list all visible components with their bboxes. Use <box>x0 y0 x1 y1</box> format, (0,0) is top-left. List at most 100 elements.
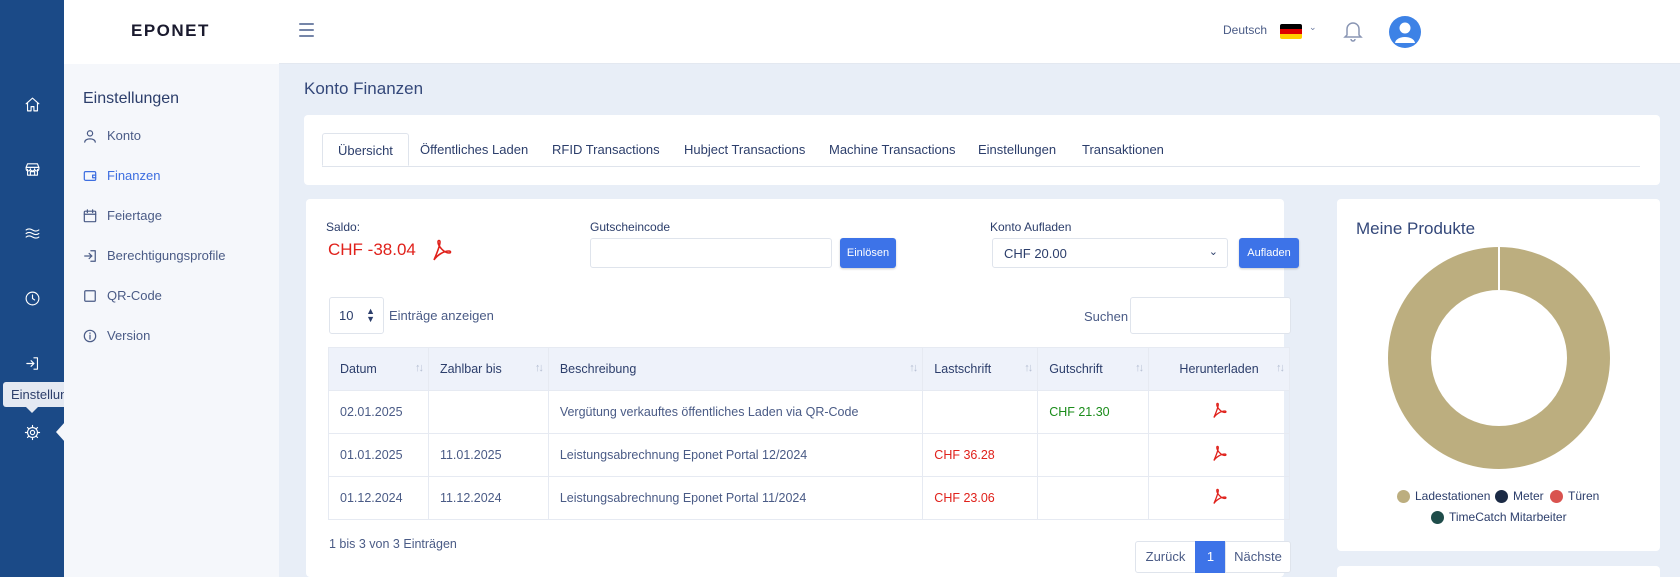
subnav-item-feiertage[interactable]: Feiertage <box>83 208 162 223</box>
language-selector[interactable]: Deutsch <box>1223 23 1267 37</box>
pager-next-button[interactable]: Nächste <box>1225 541 1291 573</box>
cell-download <box>1148 390 1290 434</box>
calendar-icon <box>83 208 97 222</box>
subnav-item-qr-code[interactable]: QR-Code <box>83 288 162 303</box>
waves-icon[interactable] <box>20 221 44 245</box>
tab-rfid-transactions[interactable]: RFID Transactions <box>552 133 660 166</box>
gear-icon[interactable] <box>20 420 44 444</box>
table-row: 01.01.2025 11.01.2025 Leistungsabrechnun… <box>328 433 1290 477</box>
tab-transaktionen[interactable]: Transaktionen <box>1082 133 1164 166</box>
pdf-icon[interactable] <box>1211 488 1227 506</box>
table-row: 02.01.2025 Vergütung verkauftes öffentli… <box>328 390 1290 434</box>
donut-slice-ladestationen[interactable] <box>1388 247 1610 469</box>
cell-zahlbar <box>427 390 549 434</box>
legend-label: Türen <box>1568 489 1600 503</box>
cell-beschreibung: Leistungsabrechnung Eponet Portal 12/202… <box>547 433 924 477</box>
tab-oeffentliches-laden[interactable]: Öffentliches Laden <box>420 133 528 166</box>
topup-selected: CHF 20.00 <box>1004 246 1067 261</box>
topup-label: Konto Aufladen <box>990 220 1072 234</box>
chevron-down-icon: ⌄ <box>1208 246 1218 258</box>
subnav-item-konto[interactable]: Konto <box>83 128 141 143</box>
chevron-down-icon[interactable]: ⌄ <box>1309 22 1317 33</box>
col-zahlbar-bis[interactable]: Zahlbar bis ↑↓ <box>427 347 549 391</box>
eponet-logo[interactable]: EPONET <box>131 21 210 41</box>
home-icon[interactable] <box>20 92 44 116</box>
legend-ladestationen[interactable]: Ladestationen <box>1397 489 1490 503</box>
cell-datum: 01.01.2025 <box>328 433 429 477</box>
legend-label: Ladestationen <box>1415 489 1491 503</box>
tabs-card: Übersicht Öffentliches Laden RFID Transa… <box>304 115 1660 185</box>
cell-gutschrift <box>1037 476 1150 520</box>
pdf-icon[interactable] <box>430 239 452 266</box>
legend-label: Meter <box>1513 489 1544 503</box>
pager-prev-button[interactable]: Zurück <box>1135 541 1196 573</box>
subnav-item-label: Berechtigungsprofile <box>107 248 226 263</box>
sort-icon: ↑↓ <box>909 362 918 374</box>
cell-datum: 01.12.2024 <box>328 476 429 520</box>
sort-icon: ↑↓ <box>1135 362 1144 374</box>
avatar[interactable] <box>1389 16 1421 48</box>
topup-select[interactable]: CHF 20.00 ⌄ <box>992 238 1228 268</box>
legend-meter[interactable]: Meter <box>1495 489 1544 503</box>
pdf-icon[interactable] <box>1211 402 1227 420</box>
tabs-divider <box>322 166 1640 167</box>
cell-lastschrift <box>922 390 1039 434</box>
subnav-item-version[interactable]: Version <box>83 328 150 343</box>
clock-icon[interactable] <box>20 286 44 310</box>
col-gutschrift[interactable]: Gutschrift ↑↓ <box>1037 347 1150 391</box>
subnav-item-label: Feiertage <box>107 208 162 223</box>
legend-timecatch[interactable]: TimeCatch Mitarbeiter <box>1431 510 1567 524</box>
entries-select[interactable]: 10 ▲ ▼ <box>329 297 384 334</box>
legend-tueren[interactable]: Türen <box>1550 489 1599 503</box>
cell-lastschrift: CHF 36.28 <box>922 433 1039 477</box>
legend-dot <box>1495 489 1508 503</box>
logo-area: EPONET <box>64 0 279 64</box>
subnav-item-berechtigungsprofile[interactable]: Berechtigungsprofile <box>83 248 226 263</box>
subnav-item-finanzen[interactable]: Finanzen <box>83 168 160 183</box>
redeem-button[interactable]: Einlösen <box>840 238 896 268</box>
entries-value: 10 <box>339 308 354 323</box>
col-datum[interactable]: Datum ↑↓ <box>328 347 429 391</box>
saldo-value: CHF -38.04 <box>328 240 416 259</box>
products-card: Meine Produkte Ladestationen Meter Türen… <box>1337 199 1660 551</box>
col-label: Datum <box>340 362 377 376</box>
cell-gutschrift: CHF 21.30 <box>1037 390 1150 434</box>
table-row: 01.12.2024 11.12.2024 Leistungsabrechnun… <box>328 476 1290 520</box>
subnav-item-label: Version <box>107 328 151 343</box>
login-icon[interactable] <box>20 351 44 375</box>
transactions-table: Datum ↑↓ Zahlbar bis ↑↓ Beschreibung ↑↓ Las… <box>328 347 1290 520</box>
cell-download <box>1148 433 1290 477</box>
menu-toggle-icon[interactable] <box>299 23 314 37</box>
topbar: Deutsch ⌄ <box>279 0 1680 64</box>
sort-icon: ↑↓ <box>1276 362 1285 374</box>
col-label: Lastschrift <box>934 362 992 376</box>
cell-zahlbar: 11.12.2024 <box>427 476 549 520</box>
qrcode-icon <box>84 289 96 302</box>
voucher-input[interactable] <box>590 238 832 268</box>
search-input[interactable] <box>1130 297 1291 334</box>
pdf-icon[interactable] <box>1211 445 1227 463</box>
cell-download <box>1148 476 1290 520</box>
subnav-item-label: QR-Code <box>107 288 162 303</box>
voucher-label: Gutscheincode <box>590 220 671 234</box>
saldo-label: Saldo: <box>326 220 361 234</box>
col-herunterladen[interactable]: Herunterladen ↑↓ <box>1148 347 1290 391</box>
updown-icon: ▲ ▼ <box>366 306 375 324</box>
bell-icon[interactable] <box>1343 20 1363 45</box>
col-beschreibung[interactable]: Beschreibung ↑↓ <box>547 347 924 391</box>
info-icon <box>83 329 97 342</box>
legend-label: TimeCatch Mitarbeiter <box>1449 510 1567 524</box>
tab-hubject-transactions[interactable]: Hubject Transactions <box>684 133 805 166</box>
col-label: Herunterladen <box>1179 362 1259 376</box>
topup-button[interactable]: Aufladen <box>1239 238 1299 268</box>
german-flag-icon[interactable] <box>1280 24 1302 39</box>
tab-uebersicht[interactable]: Übersicht <box>322 133 409 166</box>
col-lastschrift[interactable]: Lastschrift ↑↓ <box>922 347 1039 391</box>
tab-einstellungen[interactable]: Einstellungen <box>978 133 1056 166</box>
store-icon[interactable] <box>20 157 44 181</box>
legend-dot <box>1550 489 1563 503</box>
pager-page-1[interactable]: 1 <box>1195 541 1226 573</box>
tab-machine-transactions[interactable]: Machine Transactions <box>829 133 955 166</box>
cell-zahlbar: 11.01.2025 <box>427 433 549 477</box>
col-label: Beschreibung <box>559 362 637 376</box>
